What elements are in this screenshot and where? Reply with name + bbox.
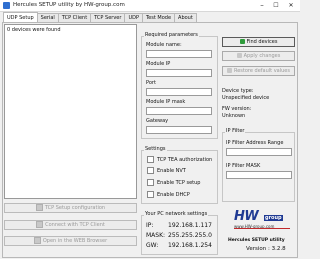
module-name-label: Module name: [146, 42, 182, 48]
ip-filter-range-label: IP Filter Address Range [226, 140, 284, 146]
tab-test-mode[interactable]: Test Mode [141, 13, 176, 22]
tab-tcp-client[interactable]: TCP Client [57, 13, 92, 22]
pc-network-settings-title: Your PC network settings [144, 211, 209, 217]
globe-icon [33, 237, 41, 244]
device-list[interactable]: 0 devices were found [4, 24, 137, 199]
ip-filter-mask-label: IP Filter MASK [226, 163, 261, 169]
title-bar: Hercules SETUP utility by HW-group.com –… [0, 0, 300, 12]
version-text: Version : 3.2.8 [246, 246, 286, 252]
tcp-tea-authorization-checkbox[interactable]: TCP TEA authorization [147, 156, 212, 163]
checkbox-box [147, 179, 154, 186]
ip-filter-range-input[interactable] [226, 148, 292, 156]
ip-filter-mask-input[interactable] [226, 171, 292, 179]
find-devices-button[interactable]: Find devices [222, 37, 295, 47]
checkbox-box [147, 191, 154, 198]
ip-filter-title: IP Filter [225, 128, 246, 134]
settings-title: Settings [144, 146, 167, 152]
connect-icon [36, 221, 44, 228]
port-input[interactable] [146, 88, 212, 96]
mask-label: MASK: [146, 232, 166, 239]
module-ip-input[interactable] [146, 69, 212, 77]
module-ip-label: Module IP [146, 61, 171, 67]
fw-version-value: Unknown [222, 113, 246, 119]
enable-dhcp-checkbox[interactable]: Enable DHCP [147, 191, 190, 198]
gateway-input[interactable] [146, 126, 212, 134]
tab-tcp-server[interactable]: TCP Server [90, 13, 126, 22]
find-icon [239, 39, 245, 44]
close-button[interactable]: ✕ [284, 1, 298, 10]
device-type-value: Unspecified device [222, 95, 270, 101]
restore-icon [226, 68, 232, 73]
tab-udp[interactable]: UDP [124, 13, 143, 22]
port-label: Port [146, 80, 156, 86]
checkbox-box [147, 156, 154, 163]
device-count-text: 0 devices were found [7, 27, 61, 33]
logo-divider [234, 228, 290, 229]
gateway-label: Gateway [146, 118, 169, 124]
enable-nvt-checkbox[interactable]: Enable NVT [147, 167, 186, 174]
restore-defaults-button[interactable]: Restore default values [222, 66, 295, 76]
config-icon [35, 204, 43, 211]
module-ip-mask-label: Module IP mask [146, 99, 186, 105]
app-icon [3, 2, 10, 9]
ip-value: 192.168.1.117 [168, 222, 212, 229]
enable-tcp-setup-checkbox[interactable]: Enable TCP setup [147, 179, 200, 186]
tab-about[interactable]: About [174, 13, 197, 22]
gw-value: 192.168.1.254 [168, 242, 212, 249]
connect-tcp-client-button[interactable]: Connect with TCP Client [4, 220, 137, 230]
minimize-button[interactable]: – [255, 1, 269, 10]
module-ip-mask-input[interactable] [146, 107, 212, 115]
checkbox-box [147, 167, 154, 174]
module-name-input[interactable] [146, 50, 212, 58]
tab-bar: UDP Setup Serial TCP Client TCP Server U… [3, 12, 197, 22]
window-title: Hercules SETUP utility by HW-group.com [13, 2, 125, 8]
fw-version-label: FW version: [222, 106, 252, 112]
mask-value: 255.255.255.0 [168, 232, 212, 239]
ip-label: IP: [146, 222, 154, 229]
gw-label: GW: [146, 242, 159, 249]
apply-icon [236, 53, 242, 58]
open-web-browser-button[interactable]: Open in the WEB Browser [4, 236, 137, 246]
tab-udp-setup[interactable]: UDP Setup [3, 12, 38, 22]
tab-serial[interactable]: Serial [36, 13, 59, 22]
device-type-label: Device type: [222, 88, 254, 94]
maximize-button[interactable]: ☐ [269, 1, 283, 10]
tcp-setup-config-button[interactable]: TCP Setup configuration [4, 203, 137, 213]
required-parameters-title: Required parameters [144, 32, 199, 38]
app-name: Hercules SETUP utility [228, 238, 285, 243]
apply-changes-button[interactable]: Apply changes [222, 51, 295, 61]
